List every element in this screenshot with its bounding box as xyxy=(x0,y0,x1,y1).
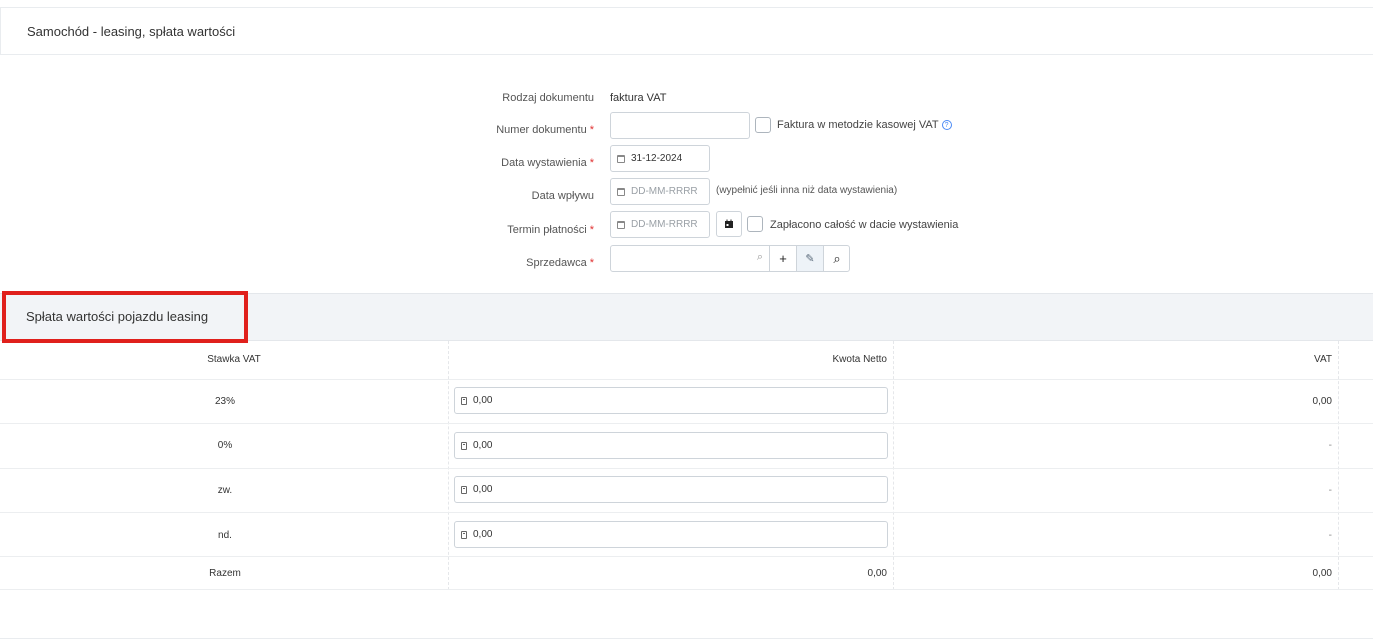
row-vat: 0,00 xyxy=(1312,396,1332,407)
add-vendor-button[interactable]: + xyxy=(769,246,796,271)
paid-full-label: Zapłacono całość w dacie wystawienia xyxy=(770,219,959,231)
calendar-picker-button[interactable] xyxy=(716,211,742,237)
calculator-icon xyxy=(461,441,467,450)
issue-date-input[interactable]: 31-12-2024 xyxy=(610,145,710,172)
edit-icon: ✎ xyxy=(805,253,815,265)
required-mark: * xyxy=(589,124,594,136)
cash-method-label: Faktura w metodzie kasowej VAT? xyxy=(777,119,952,131)
required-mark: * xyxy=(589,224,594,236)
top-strip xyxy=(0,0,1373,8)
net-amount-input[interactable]: 0,00 xyxy=(454,476,888,503)
doc-type-value: faktura VAT xyxy=(610,92,667,104)
table-total-row: Razem 0,00 0,00 xyxy=(0,557,1373,590)
row-vat: - xyxy=(1328,530,1332,541)
bottom-divider xyxy=(0,638,1373,639)
issue-date-value: 31-12-2024 xyxy=(631,153,683,164)
help-icon[interactable]: ? xyxy=(941,120,952,130)
required-mark: * xyxy=(589,257,594,269)
net-amount-input[interactable]: 0,00 xyxy=(454,521,888,548)
net-amount-input[interactable]: 0,00 xyxy=(454,387,888,414)
row-doc-type: Rodzaj dokumentu faktura VAT xyxy=(0,84,1373,114)
panel-header: Samochód - leasing, spłata wartości xyxy=(0,8,1373,55)
panel-title: Samochód - leasing, spłata wartości xyxy=(27,24,236,39)
total-label: Razem xyxy=(209,568,241,579)
row-rate: nd. xyxy=(218,530,232,541)
receipt-date-placeholder: DD-MM-RRRR xyxy=(631,186,698,197)
calculator-icon xyxy=(461,485,467,494)
calendar-icon xyxy=(617,154,625,163)
header-vat: VAT xyxy=(1314,354,1332,365)
doc-type-label: Rodzaj dokumentu xyxy=(502,92,594,104)
vendor-group: ⌕ + ✎ ⌕ xyxy=(610,245,850,272)
row-vat: - xyxy=(1328,485,1332,496)
search-icon: ⌕ xyxy=(756,251,763,263)
doc-number-input[interactable] xyxy=(610,112,750,139)
edit-vendor-button[interactable]: ✎ xyxy=(796,246,823,271)
calendar-icon xyxy=(725,219,733,228)
row-rate: 23% xyxy=(214,396,235,407)
header-rate: Stawka VAT xyxy=(207,354,261,365)
row-rate: zw. xyxy=(217,485,233,496)
cash-method-checkbox[interactable] xyxy=(755,117,771,133)
receipt-date-input[interactable]: DD-MM-RRRR xyxy=(610,178,710,205)
row-vat: - xyxy=(1328,440,1332,451)
calendar-icon xyxy=(617,220,625,229)
calculator-icon xyxy=(461,530,467,539)
doc-number-label: Numer dokumentu * xyxy=(496,124,594,136)
total-net: 0,00 xyxy=(867,568,887,579)
required-mark: * xyxy=(589,157,594,169)
calendar-icon xyxy=(617,187,625,196)
search-vendor-button[interactable]: ⌕ xyxy=(823,246,850,271)
net-amount-input[interactable]: 0,00 xyxy=(454,432,888,459)
payment-due-label: Termin płatności * xyxy=(507,224,594,236)
receipt-date-label: Data wpływu xyxy=(531,190,594,202)
payment-due-input[interactable]: DD-MM-RRRR xyxy=(610,211,710,238)
table-header-row: Stawka VAT Kwota Netto VAT xyxy=(0,341,1373,380)
issue-date-label: Data wystawienia * xyxy=(501,157,594,169)
paid-full-checkbox[interactable] xyxy=(747,216,763,232)
calculator-icon xyxy=(461,396,467,405)
header-net: Kwota Netto xyxy=(832,354,887,365)
vendor-input[interactable]: ⌕ xyxy=(611,246,769,271)
search-icon: ⌕ xyxy=(833,250,841,266)
row-rate: 0% xyxy=(217,440,233,451)
vendor-label: Sprzedawca * xyxy=(526,257,594,269)
receipt-date-hint: (wypełnić jeśli inna niż data wystawieni… xyxy=(716,185,898,196)
payment-due-placeholder: DD-MM-RRRR xyxy=(631,219,698,230)
highlight-box xyxy=(2,291,248,343)
total-vat: 0,00 xyxy=(1312,568,1332,579)
